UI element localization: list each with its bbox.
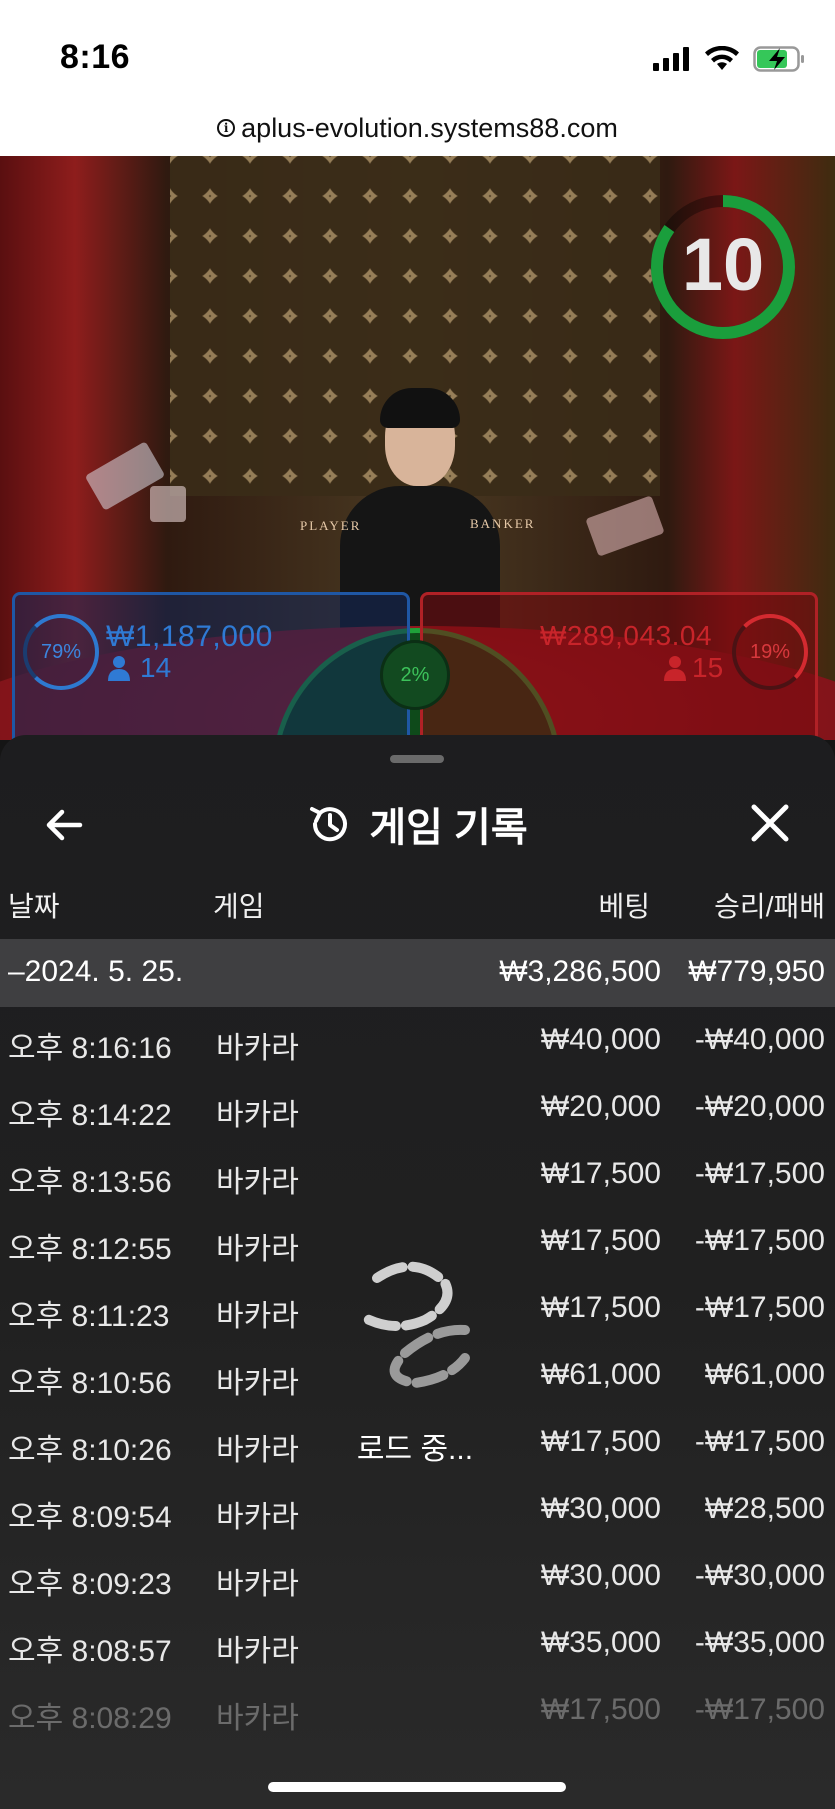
close-icon[interactable] [748, 801, 792, 845]
date-group-label: –2024. 5. 25. [8, 955, 184, 988]
row-result: -₩35,000 [694, 1626, 825, 1659]
row-time: 오후 8:08:29 [8, 1702, 172, 1735]
card-box-left [150, 486, 186, 522]
table-header: 날짜 게임 베팅 승리/패배 [0, 885, 835, 939]
status-icons [653, 46, 805, 72]
panel-title-text: 게임 기록 [369, 806, 528, 850]
row-result: -₩17,500 [694, 1291, 825, 1324]
history-row[interactable]: 오후 8:16:16 바카라 ₩40,000 -₩40,000 [0, 1007, 835, 1074]
row-game: 바카라 [216, 1099, 299, 1132]
date-group-row[interactable]: –2024. 5. 25. ₩3,286,500 ₩779,950 [0, 939, 835, 1007]
col-game: 게임 [213, 891, 265, 922]
col-date: 날짜 [8, 891, 60, 922]
row-result: ₩28,500 [704, 1492, 825, 1525]
wifi-icon [705, 46, 739, 70]
loading-spinner-icon [360, 1261, 470, 1389]
row-time: 오후 8:10:56 [8, 1367, 172, 1400]
row-game: 바카라 [216, 1434, 299, 1467]
row-time: 오후 8:13:56 [8, 1166, 172, 1199]
row-bet: ₩17,500 [540, 1425, 661, 1458]
history-icon [310, 807, 348, 842]
table-label-banker: BANKER [470, 516, 536, 531]
cellular-signal-icon [653, 47, 689, 71]
row-result: -₩20,000 [694, 1090, 825, 1123]
row-time: 오후 8:16:16 [8, 1032, 172, 1065]
row-bet: ₩30,000 [540, 1492, 661, 1525]
row-time: 오후 8:12:55 [8, 1233, 172, 1266]
date-group-bet-total: ₩3,286,500 [499, 955, 661, 988]
history-row[interactable]: 오후 8:09:23 바카라 ₩30,000 -₩30,000 [0, 1543, 835, 1610]
row-game: 바카라 [216, 1702, 299, 1735]
panel-header: 게임 기록 [0, 775, 835, 871]
row-result: -₩17,500 [694, 1224, 825, 1257]
row-bet: ₩30,000 [540, 1559, 661, 1592]
row-result: -₩40,000 [694, 1023, 825, 1056]
row-result: ₩61,000 [704, 1358, 825, 1391]
row-result: -₩17,500 [694, 1157, 825, 1190]
row-game: 바카라 [216, 1300, 299, 1333]
row-time: 오후 8:09:54 [8, 1501, 172, 1534]
row-result: -₩17,500 [694, 1425, 825, 1458]
row-result: -₩30,000 [694, 1559, 825, 1592]
row-time: 오후 8:08:57 [8, 1635, 172, 1668]
row-game: 바카라 [216, 1568, 299, 1601]
tie-percentage: 2% [380, 640, 450, 710]
player-count: 14 [140, 652, 172, 683]
date-group-win-total: ₩779,950 [688, 955, 825, 988]
row-bet: ₩17,500 [540, 1291, 661, 1324]
player-pct-text: 79% [40, 640, 82, 663]
row-game: 바카라 [216, 1233, 299, 1266]
panel-title: 게임 기록 [0, 795, 835, 853]
history-row[interactable]: 오후 8:14:22 바카라 ₩20,000 -₩20,000 [0, 1074, 835, 1141]
banker-count: 15 [692, 652, 724, 683]
row-time: 오후 8:10:26 [8, 1434, 172, 1467]
row-bet: ₩17,500 [540, 1157, 661, 1190]
row-time: 오후 8:09:23 [8, 1568, 172, 1601]
row-bet: ₩20,000 [540, 1090, 661, 1123]
row-bet: ₩35,000 [540, 1626, 661, 1659]
countdown-number: 10 [681, 223, 765, 306]
history-row[interactable]: 오후 8:08:29 바카라 ₩17,500 -₩17,500 [0, 1677, 835, 1744]
url-text: aplus-evolution.systems88.com [241, 112, 618, 143]
banker-count-icon [664, 655, 686, 681]
col-win-loss: 승리/패배 [714, 891, 825, 922]
col-bet: 베팅 [598, 891, 650, 922]
row-bet: ₩61,000 [540, 1358, 661, 1391]
row-time: 오후 8:11:23 [8, 1300, 170, 1333]
loading-text: 로드 중... [356, 1433, 474, 1466]
player-total-amount: ₩1,187,000 [106, 620, 273, 653]
card-shoe-right [585, 495, 665, 557]
row-game: 바카라 [216, 1635, 299, 1668]
banker-total-amount: ₩289,043.04 [540, 620, 713, 651]
site-info-icon[interactable]: i [217, 119, 236, 137]
history-row[interactable]: 오후 8:13:56 바카라 ₩17,500 -₩17,500 [0, 1141, 835, 1208]
table-label-player: PLAYER [300, 518, 362, 533]
row-bet: ₩17,500 [540, 1693, 661, 1726]
row-bet: ₩17,500 [540, 1224, 661, 1257]
row-game: 바카라 [216, 1367, 299, 1400]
banker-pct-text: 19% [749, 640, 791, 663]
battery-charging-icon [753, 46, 804, 72]
history-row[interactable]: 오후 8:09:54 바카라 ₩30,000 ₩28,500 [0, 1476, 835, 1543]
row-game: 바카라 [216, 1501, 299, 1534]
row-result: -₩17,500 [694, 1693, 825, 1726]
tie-pct-text: 2% [400, 663, 430, 686]
row-time: 오후 8:14:22 [8, 1099, 172, 1132]
row-game: 바카라 [216, 1032, 299, 1065]
player-count-icon [108, 655, 130, 681]
home-indicator[interactable] [268, 1782, 566, 1792]
row-game: 바카라 [216, 1166, 299, 1199]
row-bet: ₩40,000 [540, 1023, 661, 1056]
banker-percentage: 19% [732, 614, 808, 690]
player-percentage: 79% [23, 614, 99, 690]
status-bar: 8:16 [0, 0, 835, 100]
address-bar[interactable]: i aplus-evolution.systems88.com [0, 100, 835, 156]
drag-handle[interactable] [390, 755, 444, 763]
history-row[interactable]: 오후 8:08:57 바카라 ₩35,000 -₩35,000 [0, 1610, 835, 1677]
status-time: 8:16 [60, 38, 131, 76]
